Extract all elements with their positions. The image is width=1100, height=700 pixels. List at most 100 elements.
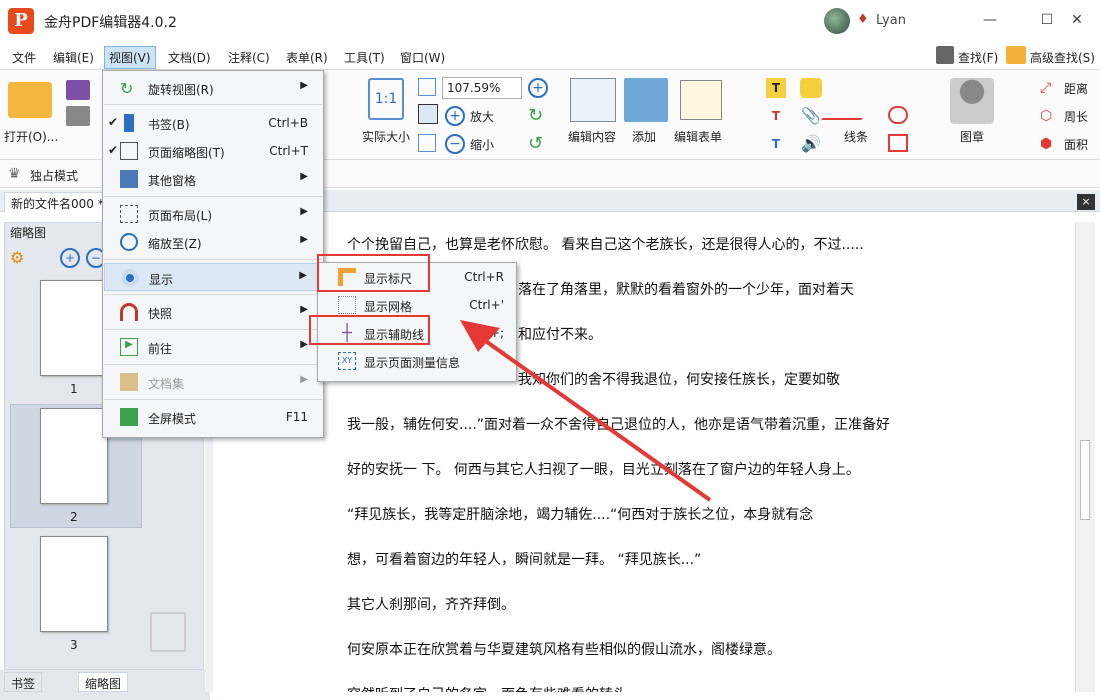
actual-size-button[interactable]: 实际大小 — [362, 128, 410, 145]
close-document-button[interactable]: × — [1077, 194, 1095, 210]
menu-form[interactable]: 表单(R) — [286, 49, 328, 66]
tab-thumbnails[interactable]: 缩略图 — [78, 672, 129, 692]
eye-icon — [121, 269, 139, 287]
strikeout-icon[interactable]: T — [766, 106, 786, 126]
page-number: 2 — [70, 510, 78, 524]
rotate-icon: ↻ — [120, 79, 134, 98]
print-icon[interactable] — [66, 106, 90, 126]
edit-content-button[interactable]: 编辑内容 — [568, 128, 616, 145]
menu-snapshot[interactable]: 快照 ▶ — [104, 298, 322, 326]
document-tab[interactable]: 新的文件名000 * — [4, 192, 111, 212]
open-button[interactable]: 打开(O)... — [4, 128, 58, 145]
zoom-out-icon: − — [445, 134, 465, 154]
zoom-select[interactable]: 107.59% — [442, 77, 522, 99]
advanced-find-button[interactable]: 高级查找(S) — [1030, 49, 1095, 66]
menu-display[interactable]: 显示 ▶ — [104, 263, 322, 291]
tab-bookmarks[interactable]: 书签 — [4, 672, 43, 692]
save-icon[interactable] — [66, 80, 90, 100]
submenu-arrow-icon: ▶ — [299, 270, 307, 281]
stamp-icon — [950, 78, 994, 124]
exclusive-mode-button[interactable]: 独占模式 — [30, 167, 78, 184]
edit-form-button[interactable]: 编辑表单 — [674, 128, 722, 145]
bookmark-icon — [124, 114, 134, 132]
panel-title: 缩略图 — [10, 226, 47, 240]
distance-icon: ⤢ — [1040, 80, 1052, 96]
username[interactable]: Lyan — [876, 13, 906, 28]
thumbnails-icon — [120, 142, 138, 160]
line-button[interactable]: 线条 — [844, 128, 868, 145]
menu-document[interactable]: 文档(D) — [168, 49, 211, 66]
sound-icon[interactable]: 🔊 — [800, 134, 822, 154]
find-button[interactable]: 查找(F) — [958, 49, 998, 66]
menu-rotate-view[interactable]: ↻ 旋转视图(R) ▶ — [104, 74, 322, 102]
highlight-box-guides — [309, 315, 430, 345]
gear-icon[interactable]: ⚙ — [10, 248, 30, 268]
add-button[interactable]: 添加 — [632, 128, 656, 145]
text-box-icon[interactable]: T — [766, 78, 786, 98]
menu-separator — [104, 364, 322, 365]
menu-window[interactable]: 窗口(W) — [400, 49, 445, 66]
submenu-arrow-icon: ▶ — [300, 374, 308, 385]
close-button[interactable]: ✕ — [1062, 6, 1092, 34]
zoom-in-icon: + — [445, 106, 465, 126]
zoom-in-button[interactable]: 放大 — [470, 108, 494, 125]
area-button[interactable]: 面积 — [1064, 136, 1088, 153]
submenu-arrow-icon: ▶ — [300, 80, 308, 91]
maximize-button[interactable]: ☐ — [1032, 6, 1062, 34]
menu-page-layout[interactable]: 页面布局(L) ▶ — [104, 200, 322, 228]
menu-other-panes[interactable]: 其他窗格 ▶ — [104, 165, 322, 193]
attachment-icon[interactable]: 📎 — [800, 106, 822, 126]
submenu-arrow-icon: ▶ — [300, 339, 308, 350]
rotate-ccw-icon[interactable]: ↺ — [528, 134, 548, 154]
panes-icon — [120, 170, 138, 188]
briefcase-icon — [120, 373, 138, 391]
menu-separator — [104, 399, 322, 400]
menu-edit[interactable]: 编辑(E) — [53, 49, 94, 66]
ellipse-icon[interactable] — [888, 106, 908, 124]
underline-icon[interactable]: T — [766, 134, 786, 154]
menu-go-to[interactable]: ▶ 前往 ▶ — [104, 333, 322, 361]
menu-file[interactable]: 文件 — [12, 49, 36, 66]
folder-search-icon — [1006, 46, 1026, 64]
perimeter-button[interactable]: 周长 — [1064, 108, 1088, 125]
fit-width-icon[interactable] — [418, 104, 438, 124]
page-thumbnail[interactable] — [40, 536, 108, 632]
submenu-arrow-icon: ▶ — [300, 171, 308, 182]
fit-visible-icon[interactable] — [418, 134, 436, 152]
find-icon — [936, 46, 954, 64]
thumb-zoom-in-icon[interactable]: + — [60, 248, 80, 268]
menu-bar — [0, 42, 1100, 70]
page-number: 1 — [70, 382, 78, 396]
text-line: 何安原本正在欣赏着与华夏建筑风格有些相似的假山流水，阁楼绿意。 — [347, 642, 781, 658]
page-thumbnail[interactable] — [40, 280, 108, 376]
menu-zoom-to[interactable]: 缩放至(Z) ▶ — [104, 228, 322, 256]
rotate-cw-icon[interactable]: ↻ — [528, 106, 548, 126]
text-line: 个个挽留自己，也算是老怀欣慰。 看来自己这个老族长，还是很得人心的，不过....… — [347, 237, 864, 253]
menu-fullscreen[interactable]: 全屏模式 F11 — [104, 403, 322, 431]
scrollbar-thumb[interactable] — [1080, 440, 1090, 520]
text-line: 突然听到了自己的名字，面色有些难看的转头 — [347, 684, 627, 692]
stamp-button[interactable]: 图章 — [960, 128, 984, 145]
menu-view[interactable]: 视图(V) — [104, 46, 156, 69]
checkmark-icon: ✔ — [108, 143, 119, 157]
rectangle-icon[interactable] — [888, 134, 908, 152]
fullscreen-icon — [120, 408, 138, 426]
zoom-out-button[interactable]: 缩小 — [470, 136, 494, 153]
annotation-arrow — [460, 320, 712, 502]
window-title: 金舟PDF编辑器4.0.2 — [44, 15, 177, 31]
menu-tools[interactable]: 工具(T) — [344, 49, 385, 66]
minimize-button[interactable]: — — [975, 6, 1005, 34]
menu-bookmarks[interactable]: ✔ 书签(B) Ctrl+B — [104, 109, 322, 137]
magnifier-icon — [120, 233, 138, 251]
page-layout-icon — [120, 205, 138, 223]
submenu-arrow-icon: ▶ — [300, 206, 308, 217]
menu-page-thumbnails[interactable]: ✔ 页面缩略图(T) Ctrl+T — [104, 137, 322, 165]
menu-comment[interactable]: 注释(C) — [228, 49, 270, 66]
page-thumbnail[interactable] — [40, 408, 108, 504]
zoom-in-small-icon[interactable]: + — [528, 78, 548, 98]
page-number: 3 — [70, 638, 78, 652]
distance-button[interactable]: 距离 — [1064, 80, 1088, 97]
comment-icon[interactable] — [800, 78, 822, 98]
user-avatar[interactable] — [824, 8, 850, 34]
fit-page-icon[interactable] — [418, 78, 436, 96]
